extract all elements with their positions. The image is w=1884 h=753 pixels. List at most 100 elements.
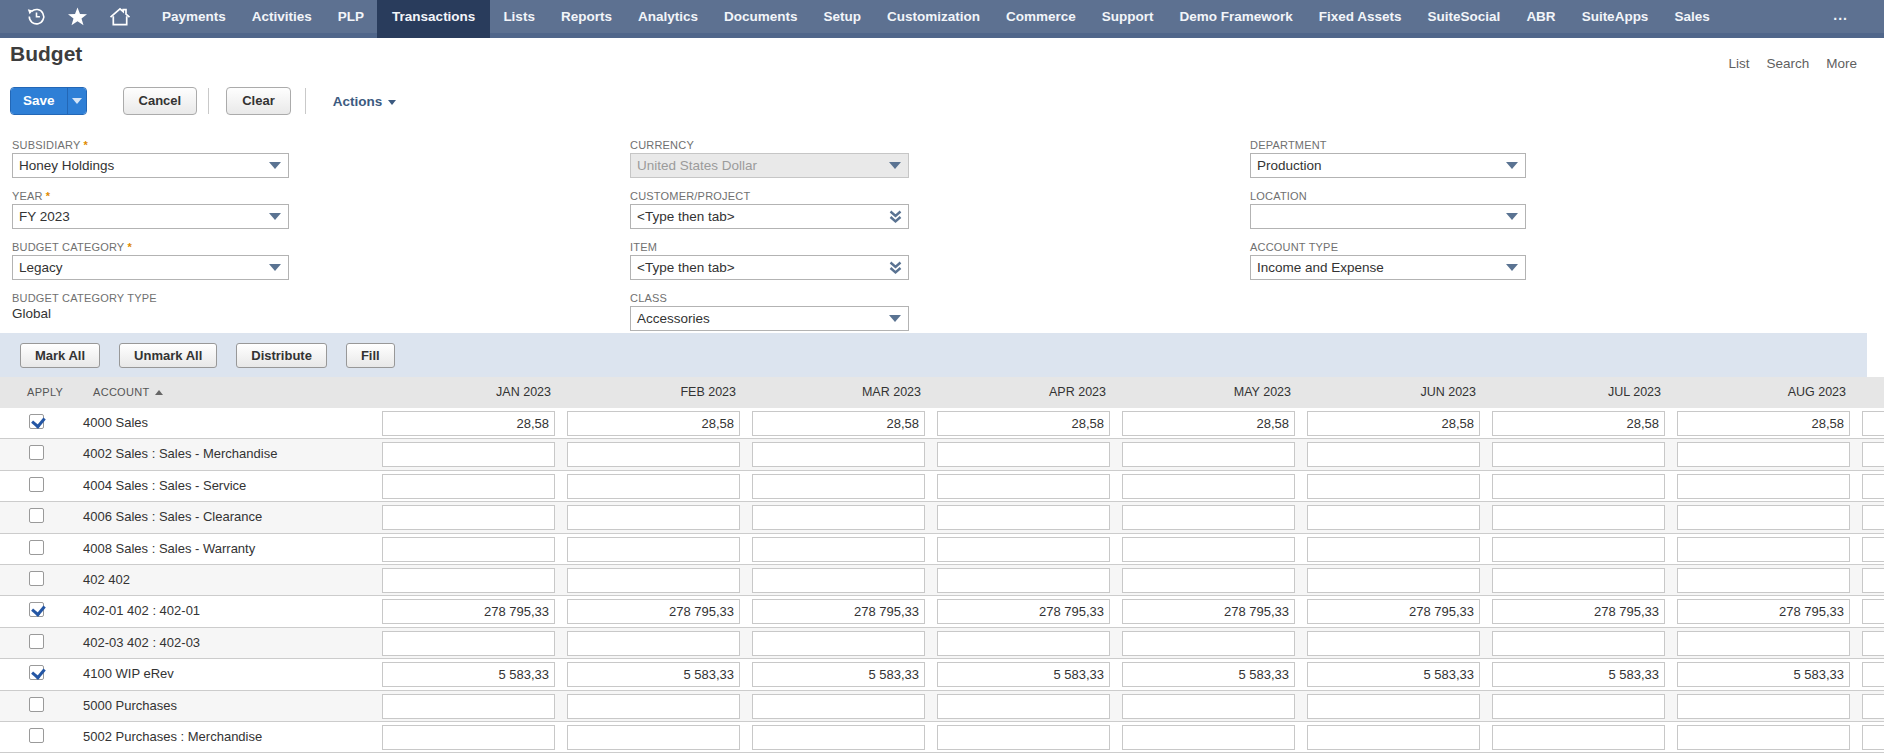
apply-checkbox[interactable] [29,445,44,460]
amount-input[interactable] [1122,537,1295,562]
amount-input[interactable] [1862,631,1884,656]
amount-input[interactable] [1307,505,1480,530]
amount-input[interactable] [382,505,555,530]
amount-input[interactable] [382,694,555,719]
nav-overflow-button[interactable]: ... [1833,0,1884,33]
amount-input[interactable] [1862,725,1884,750]
amount-input[interactable]: 278 795,33 [382,599,555,624]
amount-input[interactable] [567,568,740,593]
amount-input[interactable] [1492,474,1665,499]
amount-input[interactable] [567,442,740,467]
amount-input[interactable]: 5 583,33 [567,662,740,687]
amount-input[interactable] [752,474,925,499]
amount-input[interactable] [1492,725,1665,750]
dropdown-arrow-icon[interactable] [269,162,281,169]
amount-input[interactable] [1862,505,1884,530]
amount-input[interactable] [1677,725,1850,750]
dropdown-arrow-icon[interactable] [1506,213,1518,220]
amount-input[interactable]: 5 583,33 [1122,662,1295,687]
amount-input[interactable] [937,505,1110,530]
save-button[interactable]: Save [10,87,87,115]
location-select[interactable] [1250,204,1526,229]
amount-input[interactable]: 28,58 [1122,411,1295,436]
nav-item-sales[interactable]: Sales [1661,0,1722,33]
amount-input[interactable] [1122,725,1295,750]
nav-item-demo-framework[interactable]: Demo Framework [1167,0,1306,33]
dropdown-arrow-icon[interactable] [269,213,281,220]
amount-input[interactable]: 278 795,33 [937,599,1110,624]
amount-input[interactable] [937,474,1110,499]
amount-input[interactable]: 5 583,33 [382,662,555,687]
amount-input[interactable] [937,442,1110,467]
actions-menu[interactable]: Actions [333,94,397,109]
amount-input[interactable] [1677,505,1850,530]
amount-input[interactable]: 5 583,33 [1677,662,1850,687]
save-dropdown-arrow[interactable] [67,88,86,114]
amount-input[interactable] [1862,474,1884,499]
mark-all-button[interactable]: Mark All [20,343,100,368]
dropdown-arrow-icon[interactable] [269,264,281,271]
amount-input[interactable] [382,631,555,656]
amount-input[interactable]: 5 583,33 [1307,662,1480,687]
amount-input[interactable] [937,537,1110,562]
amount-input[interactable] [382,537,555,562]
amount-input[interactable] [752,631,925,656]
apply-checkbox[interactable] [29,634,44,649]
amount-input[interactable] [1862,662,1884,687]
amount-input[interactable] [382,474,555,499]
expand-list-icon[interactable] [888,260,903,279]
amount-input[interactable] [1677,568,1850,593]
amount-input[interactable] [1677,537,1850,562]
amount-input[interactable] [937,694,1110,719]
nav-item-commerce[interactable]: Commerce [993,0,1089,33]
nav-item-lists[interactable]: Lists [490,0,548,33]
currency-select[interactable]: United States Dollar [630,153,909,178]
amount-input[interactable]: 278 795,33 [752,599,925,624]
amount-input[interactable] [1862,568,1884,593]
apply-checkbox[interactable] [29,508,44,523]
amount-input[interactable]: 28,58 [1492,411,1665,436]
header-link-more[interactable]: More [1826,56,1857,71]
distribute-button[interactable]: Distribute [236,343,327,368]
amount-input[interactable] [567,631,740,656]
nav-item-setup[interactable]: Setup [810,0,874,33]
apply-checkbox[interactable] [29,697,44,712]
amount-input[interactable] [1307,631,1480,656]
department-select[interactable]: Production [1250,153,1526,178]
nav-item-fixed-assets[interactable]: Fixed Assets [1306,0,1415,33]
amount-input[interactable]: 28,58 [382,411,555,436]
class-select[interactable]: Accessories [630,306,909,331]
nav-item-support[interactable]: Support [1089,0,1167,33]
nav-item-payments[interactable]: Payments [149,0,239,33]
amount-input[interactable] [752,694,925,719]
amount-input[interactable] [567,505,740,530]
nav-item-analytics[interactable]: Analytics [625,0,711,33]
amount-input[interactable]: 278 795,33 [1307,599,1480,624]
amount-input[interactable]: 28,58 [1307,411,1480,436]
amount-input[interactable] [1307,568,1480,593]
nav-item-reports[interactable]: Reports [548,0,625,33]
amount-input[interactable] [1862,694,1884,719]
item-input[interactable]: <Type then tab> [630,255,909,280]
amount-input[interactable] [567,537,740,562]
apply-checkbox[interactable] [29,571,44,586]
amount-input[interactable] [1862,537,1884,562]
amount-input[interactable] [1122,442,1295,467]
favorites-star-icon[interactable] [67,7,88,27]
year-select[interactable]: FY 2023 [12,204,289,229]
apply-checkbox[interactable] [29,414,44,429]
account-type-select[interactable]: Income and Expense [1250,255,1526,280]
amount-input[interactable] [752,537,925,562]
customer-project-input[interactable]: <Type then tab> [630,204,909,229]
nav-item-documents[interactable]: Documents [711,0,811,33]
nav-item-abr[interactable]: ABR [1513,0,1568,33]
amount-input[interactable] [937,631,1110,656]
amount-input[interactable] [1307,725,1480,750]
history-icon[interactable] [27,7,46,26]
subsidiary-select[interactable]: Honey Holdings [12,153,289,178]
amount-input[interactable] [1492,537,1665,562]
home-icon[interactable] [109,7,131,27]
amount-input[interactable] [937,568,1110,593]
amount-input[interactable]: 5 583,33 [937,662,1110,687]
apply-checkbox[interactable] [29,728,44,743]
